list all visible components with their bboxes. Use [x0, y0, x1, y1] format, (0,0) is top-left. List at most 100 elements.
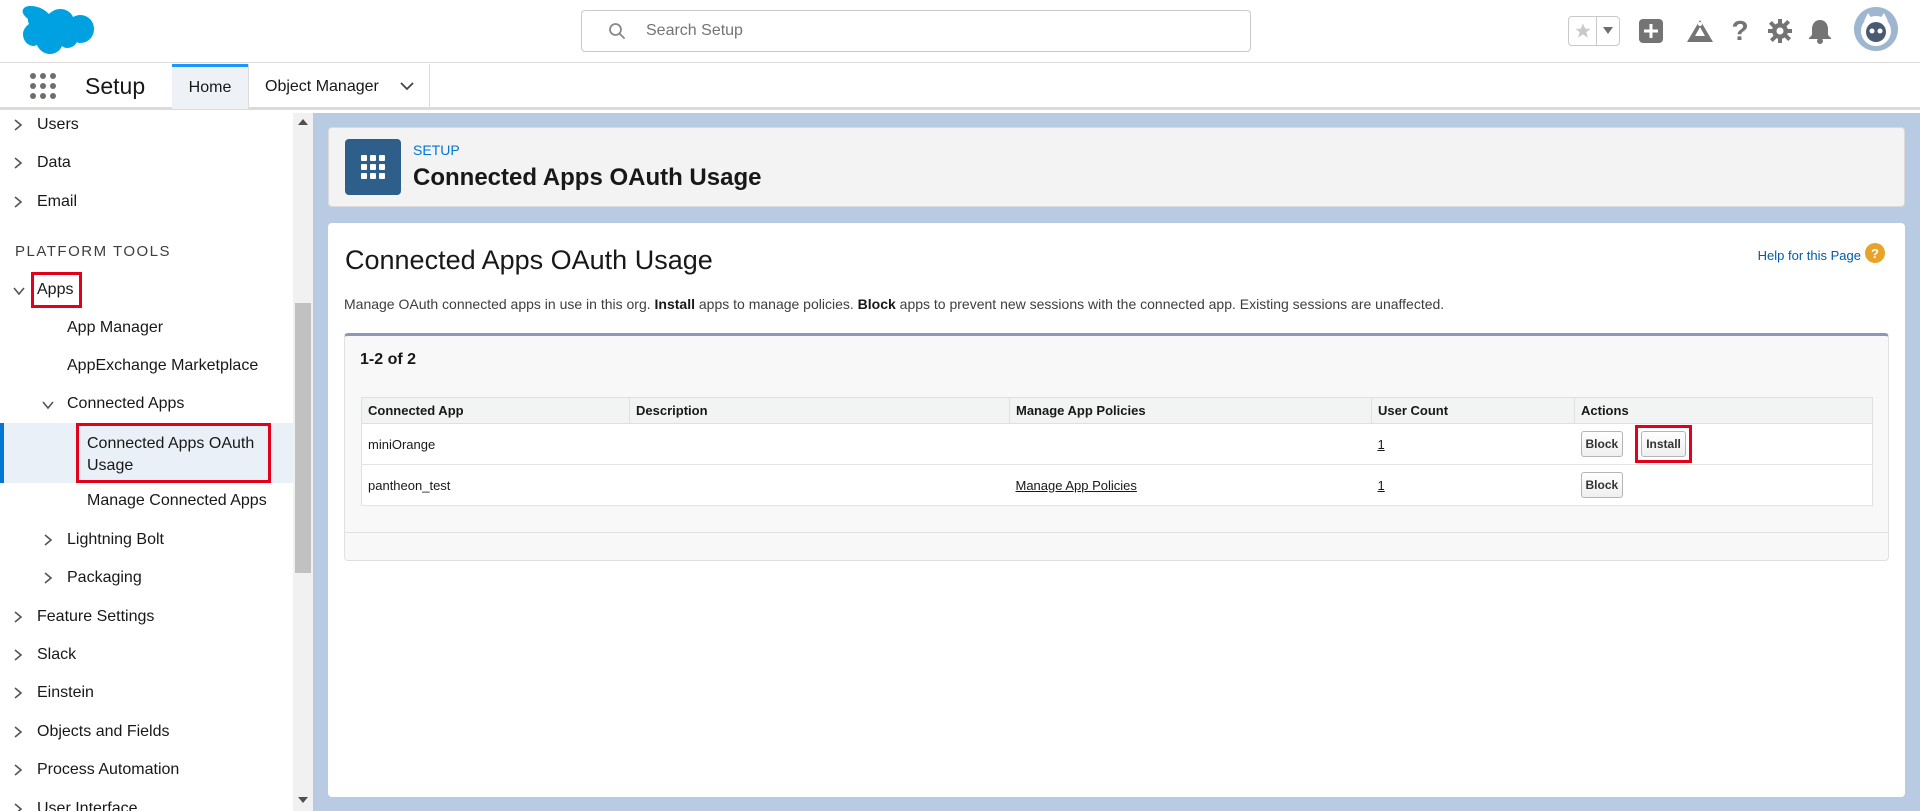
sidebar-item-connected-apps[interactable]: Connected Apps — [41, 395, 184, 413]
user-count-link[interactable]: 1 — [1378, 478, 1385, 493]
help-question-icon[interactable]: ? — [1865, 243, 1885, 263]
column-header: Connected App — [361, 397, 630, 424]
sidebar-item-label: Users — [37, 116, 79, 133]
search-icon — [609, 23, 625, 39]
tab-home-label: Home — [188, 79, 232, 96]
sidebar-item-users[interactable]: Users — [12, 116, 79, 134]
chevron-down-icon[interactable] — [41, 399, 55, 411]
search-input[interactable] — [646, 19, 1226, 43]
chevron-right-icon[interactable] — [12, 763, 24, 777]
page-description: Manage OAuth connected apps in use in th… — [344, 296, 1444, 312]
sidebar-item-label: Process Automation — [37, 761, 180, 778]
page-title: Connected Apps OAuth Usage — [413, 164, 762, 191]
chevron-right-icon[interactable] — [12, 802, 24, 811]
manage-app-policies-link[interactable]: Manage App Policies — [1016, 478, 1137, 493]
chevron-right-icon[interactable] — [12, 610, 24, 624]
sidebar-item-process-automation[interactable]: Process Automation — [12, 761, 179, 779]
scroll-down-arrow-icon[interactable] — [296, 793, 310, 807]
highlight-box — [31, 272, 82, 308]
desc-text: apps to manage policies. — [695, 296, 858, 312]
description-cell — [629, 464, 1010, 506]
sidebar-item-label: AppExchange Marketplace — [67, 357, 259, 374]
chevron-right-icon[interactable] — [12, 686, 24, 700]
chevron-right-icon[interactable] — [12, 195, 24, 209]
page-header: SETUP Connected Apps OAuth Usage — [328, 127, 1905, 207]
sidebar-item-email[interactable]: Email — [12, 193, 77, 211]
avatar[interactable] — [1854, 7, 1898, 51]
sidebar-item-label: App Manager — [67, 319, 164, 336]
chevron-right-icon[interactable] — [12, 156, 24, 170]
trailhead-icon[interactable] — [1685, 16, 1715, 46]
block-button[interactable]: Block — [1580, 472, 1624, 498]
actions-cell: Block Install — [1574, 423, 1873, 465]
favorites-dropdown-icon[interactable] — [1597, 17, 1619, 45]
desc-bold-block: Block — [857, 296, 896, 312]
search-box[interactable] — [581, 10, 1251, 52]
notifications-bell-icon[interactable] — [1805, 16, 1835, 46]
sidebar-item-label: Email — [37, 193, 78, 210]
block-button[interactable]: Block — [1580, 431, 1624, 457]
sidebar-item-user-interface[interactable]: User Interface — [12, 800, 137, 811]
column-header: User Count — [1371, 397, 1575, 424]
sidebar-item-packaging[interactable]: Packaging — [42, 569, 142, 587]
app-name-cell: miniOrange — [361, 423, 630, 465]
sidebar-item-label: Data — [37, 154, 71, 171]
sidebar-item-einstein[interactable]: Einstein — [12, 684, 94, 702]
connected-apps-list: 1-2 of 2 Connected App Description Manag… — [344, 333, 1889, 561]
scroll-up-arrow-icon[interactable] — [296, 115, 310, 129]
table-row: miniOrange 1 Block Install — [361, 423, 1873, 465]
app-launcher-icon[interactable] — [28, 71, 58, 101]
context-bar: Setup Home Object Manager — [0, 63, 1920, 110]
highlight-box: Install — [1635, 425, 1692, 463]
table-header-row: Connected App Description Manage App Pol… — [361, 397, 1873, 424]
app-name-cell: pantheon_test — [361, 464, 630, 506]
chevron-right-icon[interactable] — [12, 648, 24, 662]
tab-object-manager[interactable]: Object Manager — [248, 64, 430, 109]
add-icon[interactable] — [1636, 16, 1666, 46]
salesforce-logo[interactable] — [18, 6, 94, 58]
tab-home[interactable]: Home — [172, 64, 248, 109]
help-icon[interactable]: ? — [1725, 15, 1755, 46]
user-count-cell: 1 — [1371, 423, 1575, 465]
sidebar-item-lightning-bolt[interactable]: Lightning Bolt — [42, 531, 164, 549]
column-header: Actions — [1574, 397, 1873, 424]
sidebar-item-slack[interactable]: Slack — [12, 646, 76, 664]
chevron-right-icon[interactable] — [12, 725, 24, 739]
column-header: Description — [629, 397, 1010, 424]
chevron-right-icon[interactable] — [42, 571, 54, 585]
sidebar-item-label: Feature Settings — [37, 608, 155, 625]
column-header: Manage App Policies — [1009, 397, 1372, 424]
sidebar-item-feature-settings[interactable]: Feature Settings — [12, 608, 154, 626]
sidebar-item-label: Einstein — [37, 684, 94, 701]
sidebar-item-data[interactable]: Data — [12, 154, 71, 172]
favorites-star-icon[interactable] — [1569, 17, 1597, 45]
sidebar-item-objects-and-fields[interactable]: Objects and Fields — [12, 723, 170, 741]
content-title: Connected Apps OAuth Usage — [345, 245, 713, 275]
highlight-box — [76, 423, 271, 483]
apps-grid-icon — [345, 139, 401, 195]
setup-sidebar: Users Data Email PLATFORM TOOLS Apps App… — [0, 113, 313, 811]
install-button[interactable]: Install — [1641, 431, 1686, 457]
sidebar-item-label: Manage Connected Apps — [87, 492, 267, 509]
sidebar-item-manage-connected-apps[interactable]: Manage Connected Apps — [87, 492, 267, 510]
chevron-right-icon[interactable] — [12, 118, 24, 132]
breadcrumb[interactable]: SETUP — [413, 142, 460, 158]
list-footer-divider — [345, 532, 1888, 533]
chevron-right-icon[interactable] — [42, 533, 54, 547]
help-link[interactable]: Help for this Page — [1758, 248, 1861, 263]
sidebar-item-label: User Interface — [37, 800, 138, 811]
sidebar-item-label: Packaging — [67, 569, 142, 586]
chevron-down-icon[interactable] — [399, 78, 415, 94]
sidebar-item-label: Connected Apps — [67, 395, 185, 412]
chevron-down-icon[interactable] — [12, 285, 26, 297]
desc-text: apps to prevent new sessions with the co… — [895, 296, 1445, 312]
table-row: pantheon_test Manage App Policies 1 Bloc… — [361, 464, 1873, 506]
user-count-link[interactable]: 1 — [1378, 437, 1385, 452]
gear-icon[interactable] — [1765, 16, 1795, 46]
sidebar-item-appexchange-marketplace[interactable]: AppExchange Marketplace — [67, 357, 258, 375]
favorites-group[interactable] — [1568, 16, 1620, 46]
user-count-cell: 1 — [1371, 464, 1575, 506]
sidebar-item-app-manager[interactable]: App Manager — [67, 319, 163, 337]
actions-cell: Block — [1574, 464, 1873, 506]
sidebar-scrollbar-thumb[interactable] — [295, 303, 311, 573]
